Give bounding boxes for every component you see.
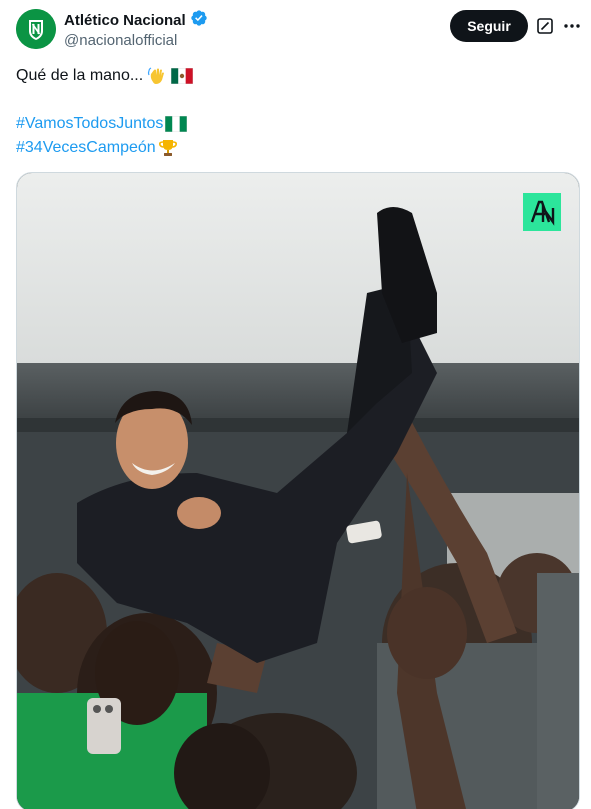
trophy-icon bbox=[158, 138, 178, 158]
mexico-flag-icon bbox=[171, 68, 194, 84]
tweet-line-1: Qué de la mano... bbox=[16, 64, 576, 88]
verified-badge-icon bbox=[190, 9, 208, 32]
avatar[interactable] bbox=[16, 9, 56, 49]
an-logo-icon bbox=[523, 193, 561, 231]
nigeria-flag-icon bbox=[165, 116, 188, 132]
celebration-photo bbox=[17, 173, 579, 809]
more-icon[interactable] bbox=[562, 16, 582, 36]
hashtag-link-34vecescampeon[interactable]: #34VecesCampeón bbox=[16, 136, 156, 160]
tweet-line-hashtag-1: #VamosTodosJuntos bbox=[16, 112, 576, 136]
tweet-photo[interactable] bbox=[16, 172, 580, 809]
tweet-body: Qué de la mano... bbox=[16, 67, 144, 84]
author-handle[interactable]: @nacionalofficial bbox=[64, 32, 208, 49]
tweet-header: Atlético Nacional @nacionalofficial Segu… bbox=[0, 0, 591, 60]
tweet-line-hashtag-2: #34VecesCampeón bbox=[16, 136, 576, 160]
follow-button[interactable]: Seguir bbox=[450, 10, 528, 42]
display-name[interactable]: Atlético Nacional bbox=[64, 12, 186, 29]
author-names: Atlético Nacional @nacionalofficial bbox=[64, 9, 208, 49]
waving-hand-icon bbox=[147, 66, 167, 86]
tweet-text: Qué de la mano... #VamosTodosJuntos #34V… bbox=[16, 64, 576, 160]
hashtag-link-vamostodosjuntos[interactable]: #VamosTodosJuntos bbox=[16, 112, 163, 136]
grok-icon[interactable] bbox=[536, 17, 554, 35]
nacional-crest-icon bbox=[16, 9, 56, 49]
